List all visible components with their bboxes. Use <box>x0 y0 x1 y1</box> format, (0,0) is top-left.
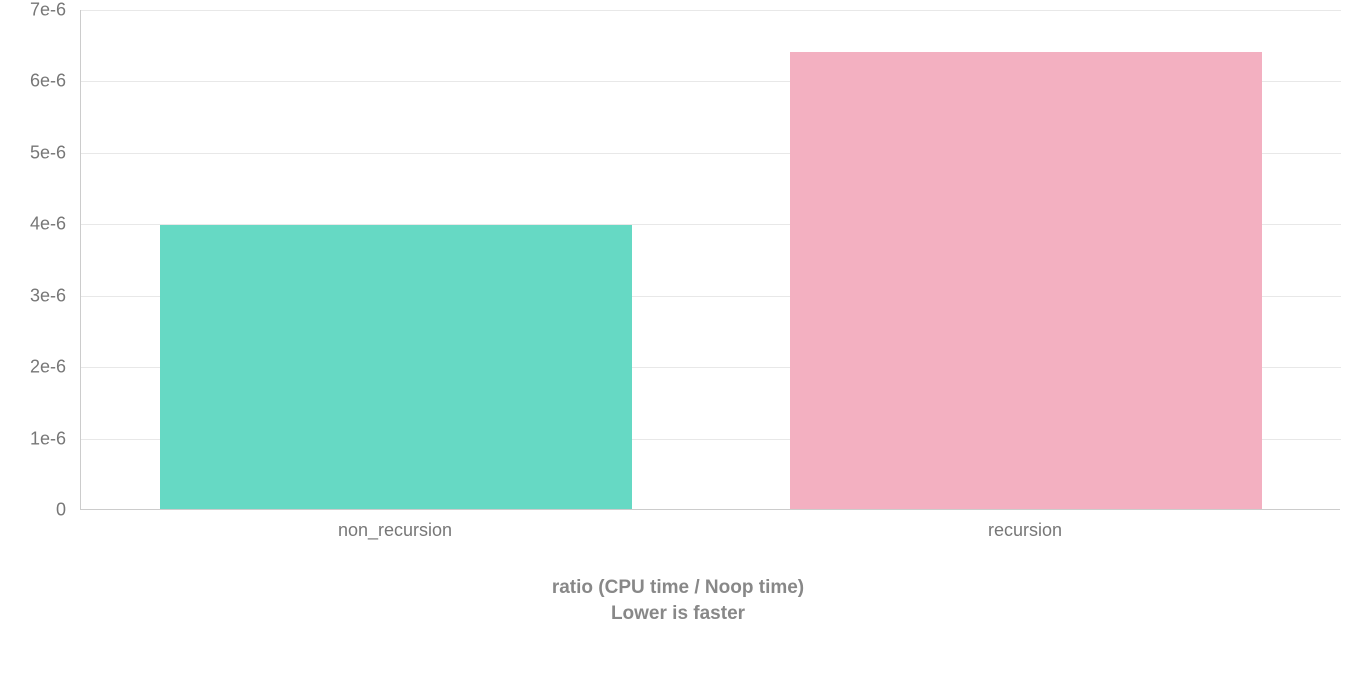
x-tick-label: recursion <box>988 520 1062 541</box>
y-tick-label: 0 <box>6 500 66 521</box>
bar-non_recursion <box>160 225 633 509</box>
chart-container <box>80 10 1340 510</box>
y-tick-label: 2e-6 <box>6 357 66 378</box>
plot-area <box>80 10 1340 510</box>
y-tick-label: 5e-6 <box>6 142 66 163</box>
chart-caption: ratio (CPU time / Noop time) Lower is fa… <box>0 575 1356 626</box>
x-tick-label: non_recursion <box>338 520 452 541</box>
y-tick-label: 7e-6 <box>6 0 66 21</box>
caption-line-2: Lower is faster <box>611 603 745 624</box>
bar-recursion <box>790 52 1263 509</box>
caption-line-1: ratio (CPU time / Noop time) <box>552 577 804 598</box>
y-tick-label: 6e-6 <box>6 71 66 92</box>
y-tick-label: 4e-6 <box>6 214 66 235</box>
y-tick-label: 3e-6 <box>6 285 66 306</box>
y-tick-label: 1e-6 <box>6 428 66 449</box>
gridline <box>81 10 1341 11</box>
